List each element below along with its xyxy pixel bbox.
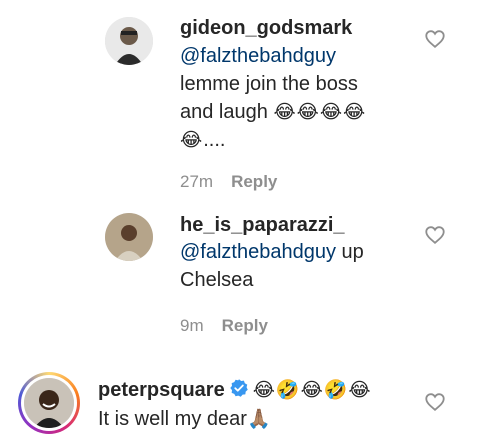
- heart-outline-icon[interactable]: [424, 224, 446, 246]
- emoji: 😂🤣😂🤣😂: [252, 379, 372, 401]
- heart-outline-icon[interactable]: [424, 28, 446, 50]
- comment-time: 27m: [180, 172, 214, 191]
- comment-text-line: Chelsea: [180, 269, 254, 291]
- comment-username[interactable]: gideon_godsmark: [180, 17, 352, 40]
- emoji: 🙏🏽: [246, 408, 272, 430]
- avatar[interactable]: [24, 378, 74, 428]
- emoji: 😂: [180, 129, 204, 151]
- comment-text: @falzthebahdguy lemme join the boss and …: [180, 42, 420, 154]
- reply-button[interactable]: Reply: [222, 316, 268, 335]
- ring-gap: [21, 375, 77, 431]
- heart-outline-icon[interactable]: [424, 391, 446, 413]
- comment-username[interactable]: peterpsquare 😂🤣😂🤣😂: [98, 378, 372, 402]
- comment-meta: 27m Reply: [180, 172, 277, 192]
- emoji: 😂😂😂😂: [273, 101, 367, 123]
- comment-item: gideon_godsmark @falzthebahdguy lemme jo…: [0, 0, 480, 200]
- reply-button[interactable]: Reply: [231, 172, 277, 191]
- avatar[interactable]: [105, 17, 153, 65]
- comment-text: @falzthebahdguy up Chelsea: [180, 238, 420, 294]
- comment-time: 9m: [180, 316, 204, 335]
- comment-text: It is well my dear🙏🏽: [98, 405, 418, 433]
- avatar-image: [24, 378, 74, 428]
- avatar-image: [105, 17, 153, 65]
- comment-item: he_is_paparazzi_ @falzthebahdguy up Chel…: [0, 200, 480, 350]
- comment-text-line: It is well my dear: [98, 408, 247, 430]
- avatar-image: [105, 213, 153, 261]
- comment-text-line: up: [335, 241, 364, 263]
- comment-text-line: lemme join the boss: [180, 73, 358, 95]
- comment-username[interactable]: he_is_paparazzi_: [180, 214, 345, 237]
- verified-badge-icon: [229, 379, 248, 397]
- comment-meta: 9m Reply: [180, 316, 268, 336]
- comment-text-line: and laugh: [180, 101, 268, 123]
- avatar[interactable]: [105, 213, 153, 261]
- story-ring[interactable]: [18, 372, 80, 434]
- mention-link[interactable]: @falzthebahdguy: [180, 45, 336, 67]
- username-text: peterpsquare: [98, 379, 225, 401]
- comment-text-suffix: ....: [203, 129, 226, 151]
- mention-link[interactable]: @falzthebahdguy: [180, 241, 336, 263]
